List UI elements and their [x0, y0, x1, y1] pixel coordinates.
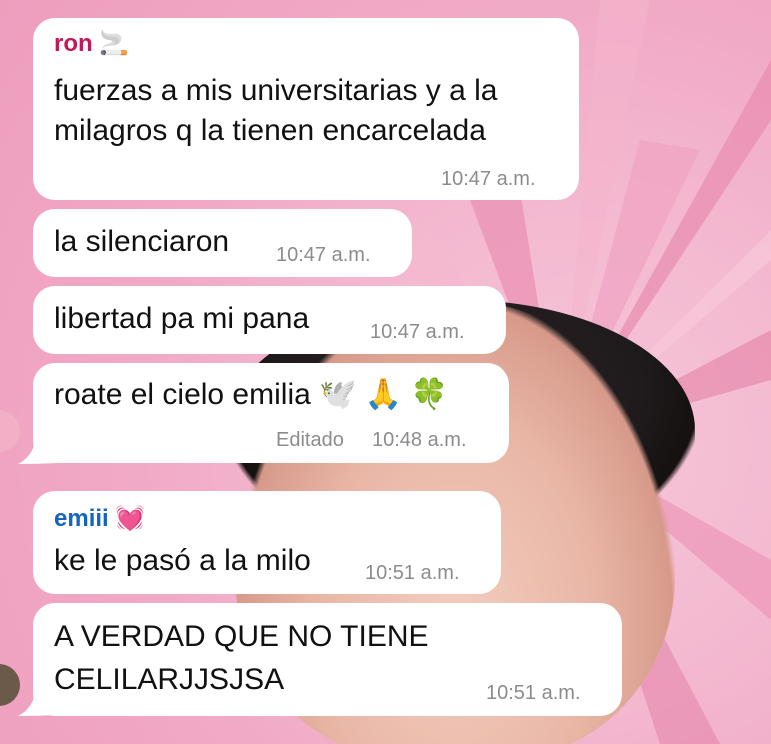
message-timestamp: 10:48 a.m. — [372, 429, 467, 451]
message-timestamp: 10:47 a.m. — [276, 244, 371, 266]
sender-name-ron[interactable]: ron 🚬 — [54, 30, 129, 58]
sender-name-emiii[interactable]: emiii 💓 — [54, 505, 145, 533]
bubble-tail — [18, 688, 58, 716]
message-text: ke le pasó a la milo — [54, 544, 311, 577]
dove-pray-clover-icons: 🕊️ 🙏 🍀 — [319, 378, 448, 411]
message-timestamp: 10:51 a.m. — [365, 562, 460, 584]
heart-icon: 💓 — [115, 505, 146, 532]
message-text: roate el cielo emilia 🕊️ 🙏 🍀 — [54, 378, 448, 411]
message-text: fuerzas a mis universitarias y a la — [54, 74, 498, 107]
cigarette-icon: 🚬 — [99, 30, 130, 57]
message-text: la silenciaron — [54, 225, 230, 258]
message-text: A VERDAD QUE NO TIENE — [54, 620, 429, 653]
message-text: CELILARJJSJSA — [54, 663, 285, 696]
message-text: milagros q la tienen encarcelada — [54, 114, 486, 147]
message-text: libertad pa mi pana — [54, 302, 310, 335]
bubble-tail — [18, 436, 58, 464]
message-timestamp: 10:51 a.m. — [486, 682, 581, 704]
message-timestamp: 10:47 a.m. — [370, 321, 465, 343]
edited-label: Editado — [276, 429, 344, 451]
message-timestamp: 10:47 a.m. — [441, 168, 536, 190]
